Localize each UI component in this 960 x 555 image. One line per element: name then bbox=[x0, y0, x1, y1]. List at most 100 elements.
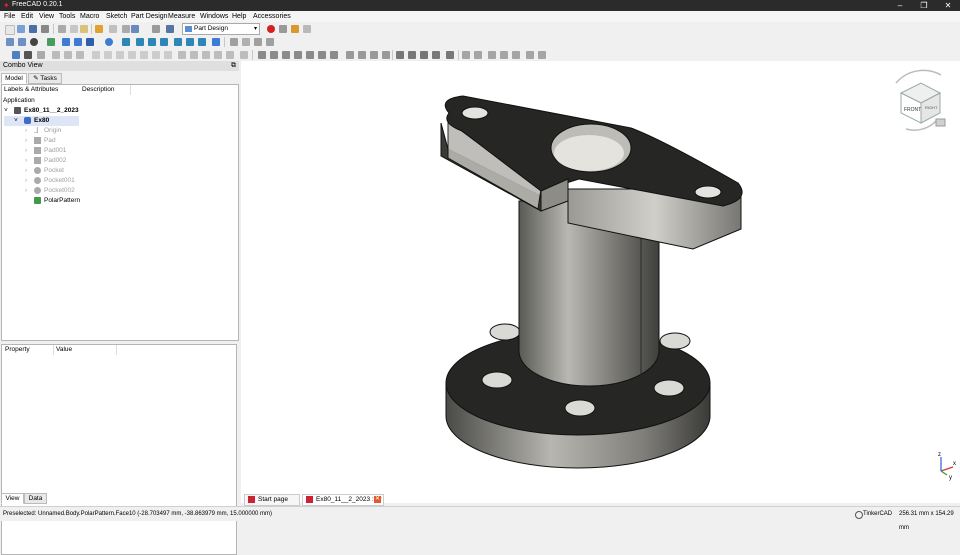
make-link-icon[interactable] bbox=[254, 38, 262, 46]
tab-tasks[interactable]: ✎ Tasks bbox=[28, 73, 62, 84]
view-isometric-icon[interactable] bbox=[122, 38, 130, 46]
arm-hole-left[interactable] bbox=[461, 106, 489, 120]
menu-file[interactable]: File bbox=[4, 13, 15, 20]
chevron-right-icon[interactable]: › bbox=[25, 126, 27, 136]
chevron-right-icon[interactable]: › bbox=[25, 156, 27, 166]
toggle-3d-icon[interactable] bbox=[462, 51, 470, 59]
chevron-right-icon[interactable]: › bbox=[25, 166, 27, 176]
measure-distance-icon[interactable] bbox=[212, 38, 220, 46]
open-file-icon[interactable] bbox=[17, 25, 25, 33]
create-part-icon[interactable] bbox=[230, 38, 238, 46]
measure-linear-icon[interactable] bbox=[396, 51, 404, 59]
datum-point-icon[interactable] bbox=[52, 51, 60, 59]
create-body-icon[interactable] bbox=[12, 51, 20, 59]
linear-pattern-icon[interactable] bbox=[318, 51, 326, 59]
forward-arrow-icon[interactable] bbox=[74, 38, 82, 46]
datum-plane-icon[interactable] bbox=[76, 51, 84, 59]
execute-macro-icon[interactable] bbox=[303, 25, 311, 33]
fit-selection-icon[interactable] bbox=[18, 38, 26, 46]
zoom-icon[interactable] bbox=[105, 38, 113, 46]
datum-line-icon[interactable] bbox=[64, 51, 72, 59]
draft-icon[interactable] bbox=[282, 51, 290, 59]
view-bottom-icon[interactable] bbox=[186, 38, 194, 46]
workbench-selector[interactable]: Part Design ▾ bbox=[182, 23, 260, 35]
validate-sketch-icon[interactable] bbox=[37, 51, 45, 59]
tree-column-labels[interactable]: Labels & Attributes bbox=[2, 85, 81, 95]
chevron-down-icon[interactable]: ˅ bbox=[4, 106, 8, 116]
view-menu-icon[interactable] bbox=[935, 118, 946, 127]
menu-help[interactable]: Help bbox=[232, 13, 246, 20]
loft-icon[interactable] bbox=[164, 51, 172, 59]
create-sketch-icon[interactable] bbox=[24, 51, 32, 59]
whats-this-icon[interactable] bbox=[166, 25, 174, 33]
sprocket-icon[interactable] bbox=[370, 51, 378, 59]
menu-windows[interactable]: Windows bbox=[200, 13, 228, 20]
subtractive-loft-icon[interactable] bbox=[214, 51, 222, 59]
tree-column-description[interactable]: Description bbox=[80, 85, 131, 95]
shape-binder-icon[interactable] bbox=[104, 51, 112, 59]
property-column[interactable]: Property bbox=[2, 345, 54, 355]
chevron-right-icon[interactable]: › bbox=[25, 176, 27, 186]
menu-measure[interactable]: Measure bbox=[168, 13, 195, 20]
undock-icon[interactable]: ⧉ bbox=[231, 61, 236, 71]
close-tab-icon[interactable]: ✕ bbox=[374, 496, 381, 503]
revolution-icon[interactable] bbox=[152, 51, 160, 59]
thickness-icon[interactable] bbox=[294, 51, 302, 59]
navigation-cube[interactable]: FRONT RIGHT bbox=[895, 69, 946, 131]
fillet-icon[interactable] bbox=[258, 51, 266, 59]
redo-icon[interactable] bbox=[109, 25, 117, 33]
menu-edit[interactable]: Edit bbox=[21, 13, 33, 20]
groove-icon[interactable] bbox=[202, 51, 210, 59]
chevron-right-icon[interactable]: › bbox=[25, 136, 27, 146]
menu-accessories[interactable]: Accessories bbox=[253, 13, 291, 20]
3d-model-view[interactable]: FRONT RIGHT x y z bbox=[241, 61, 960, 503]
3d-viewport[interactable]: FRONT RIGHT x y z bbox=[241, 61, 960, 503]
copy-icon[interactable] bbox=[70, 25, 78, 33]
view-front-icon[interactable] bbox=[136, 38, 144, 46]
print-icon[interactable] bbox=[41, 25, 49, 33]
pad-icon[interactable] bbox=[140, 51, 148, 59]
record-macro-icon[interactable] bbox=[267, 25, 275, 33]
mirrored-icon[interactable] bbox=[306, 51, 314, 59]
measure-clear-all-icon[interactable] bbox=[538, 51, 546, 59]
clone-icon[interactable] bbox=[128, 51, 136, 59]
tab-view[interactable]: View bbox=[1, 493, 24, 504]
bounding-box-icon[interactable] bbox=[47, 38, 55, 46]
view-left-icon[interactable] bbox=[198, 38, 206, 46]
subtractive-helix-icon[interactable] bbox=[240, 51, 248, 59]
tree-item-body[interactable]: ˅ Ex80 bbox=[4, 116, 79, 126]
maximize-button[interactable]: ❐ bbox=[912, 0, 936, 11]
refresh-icon[interactable] bbox=[122, 25, 130, 33]
local-cs-icon[interactable] bbox=[92, 51, 100, 59]
sub-shape-binder-icon[interactable] bbox=[116, 51, 124, 59]
measure-clear-icon[interactable] bbox=[432, 51, 440, 59]
bolt-hole[interactable] bbox=[481, 371, 513, 389]
draw-style-icon[interactable] bbox=[30, 38, 38, 46]
fit-all-icon[interactable] bbox=[6, 38, 14, 46]
pocket-icon[interactable] bbox=[178, 51, 186, 59]
multi-transform-icon[interactable] bbox=[346, 51, 354, 59]
toggle-all-icon[interactable] bbox=[500, 51, 508, 59]
rotate-arrow-icon[interactable] bbox=[895, 69, 942, 84]
create-group-icon[interactable] bbox=[242, 38, 250, 46]
bolt-hole[interactable] bbox=[659, 332, 691, 350]
chevron-right-icon[interactable]: › bbox=[25, 146, 27, 156]
tab-model[interactable]: Model bbox=[1, 73, 27, 84]
navigation-style-selector[interactable]: TinkerCAD bbox=[863, 507, 892, 521]
involute-gear-icon[interactable] bbox=[382, 51, 390, 59]
toggle-delta-icon[interactable] bbox=[474, 51, 482, 59]
new-file-icon[interactable] bbox=[5, 25, 15, 35]
hole-icon[interactable] bbox=[190, 51, 198, 59]
polar-pattern-icon[interactable] bbox=[330, 51, 338, 59]
macros-icon[interactable] bbox=[291, 25, 299, 33]
menu-tools[interactable]: Tools bbox=[59, 13, 75, 20]
subtractive-pipe-icon[interactable] bbox=[226, 51, 234, 59]
bolt-hole[interactable] bbox=[564, 399, 596, 417]
measure-dimension-icon[interactable] bbox=[526, 51, 534, 59]
chevron-right-icon[interactable]: › bbox=[25, 186, 27, 196]
bolt-hole[interactable] bbox=[489, 323, 521, 341]
cut-icon[interactable] bbox=[58, 25, 66, 33]
measure-refresh-icon[interactable] bbox=[420, 51, 428, 59]
menu-sketch[interactable]: Sketch bbox=[106, 13, 127, 20]
save-icon[interactable] bbox=[29, 25, 37, 33]
